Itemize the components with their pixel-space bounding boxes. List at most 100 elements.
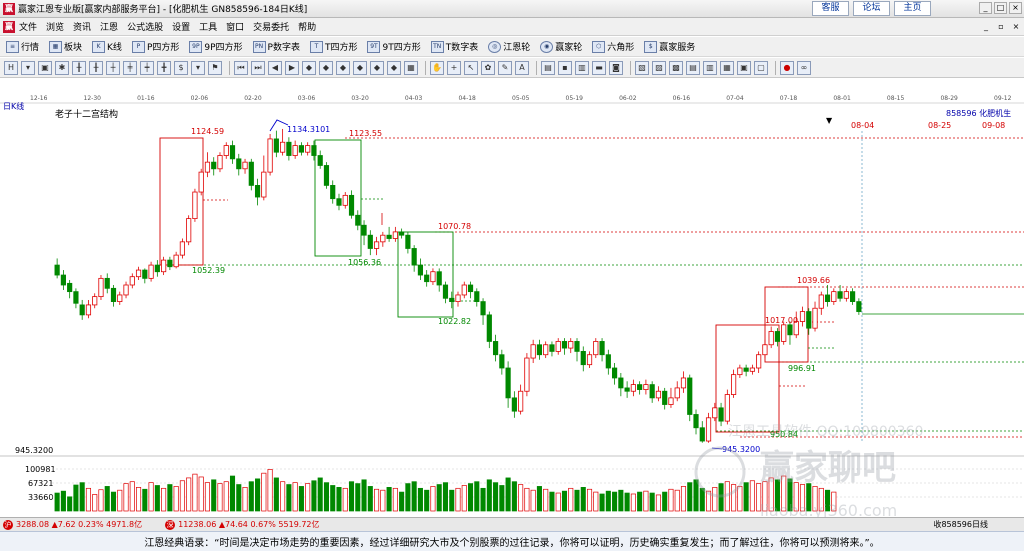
tool-9t-square[interactable]: 9T 9T四方形	[367, 40, 421, 53]
candle-body	[110, 287, 117, 303]
child-restore-icon[interactable]: ▫	[995, 21, 1007, 32]
tool-kline[interactable]: K K线	[92, 40, 122, 53]
chart-icon[interactable]: ▩	[669, 60, 683, 75]
tool-p-square[interactable]: P P四方形	[131, 40, 179, 53]
menu-trade[interactable]: 交易委托	[253, 20, 289, 33]
dropdown-arrow-icon[interactable]: ▼	[826, 116, 833, 125]
kline-chart[interactable]: 12-16 12-30 01-16 02-06 02-20 03-06 03-20 04-03…	[0, 79, 1024, 517]
tool-p-number[interactable]: PN P数字表	[252, 40, 300, 53]
menu-file[interactable]: 文件	[19, 20, 37, 33]
menu-settings[interactable]: 设置	[172, 20, 190, 33]
cross-icon[interactable]: +	[447, 60, 461, 75]
pen-icon[interactable]: ✎	[498, 60, 512, 75]
diamond-icon[interactable]: ◆	[387, 60, 401, 75]
candle-body	[799, 311, 806, 322]
tool-winner-wheel[interactable]: ◉ 赢家轮	[540, 40, 582, 53]
chart-icon[interactable]: ▤	[686, 60, 700, 75]
grid-icon[interactable]: ▦	[404, 60, 418, 75]
menu-app-icon[interactable]: 赢	[3, 20, 15, 33]
print-icon[interactable]: ▥	[575, 60, 589, 75]
diamond-icon[interactable]: ◆	[353, 60, 367, 75]
candle-body	[749, 367, 755, 372]
tool-quotes[interactable]: ≡ 行情	[6, 40, 39, 53]
volume-bar	[549, 491, 555, 512]
volume-bar	[142, 488, 148, 512]
candle-body	[104, 277, 110, 289]
prev-icon[interactable]: ◀	[268, 60, 282, 75]
chart-icon[interactable]: ▣	[737, 60, 751, 75]
watermark-line1: 江恩工具软件 QQ:100800360	[728, 424, 923, 440]
hexagon-icon: ⬡	[592, 40, 606, 53]
diamond-icon[interactable]: ◆	[336, 60, 350, 75]
menu-browse[interactable]: 浏览	[46, 20, 64, 33]
menu-tools[interactable]: 工具	[199, 20, 217, 33]
volume-bar	[129, 481, 135, 512]
link-customer-service[interactable]: 客服	[812, 1, 849, 16]
child-minimize-icon[interactable]: _	[980, 21, 992, 32]
volume-bar	[292, 482, 298, 512]
candle-icon[interactable]: ╪	[123, 60, 137, 75]
maximize-icon[interactable]: □	[994, 2, 1007, 14]
tool-hexagon[interactable]: ⬡ 六角形	[592, 40, 634, 53]
tool-9p-square[interactable]: 9P 9P四方形	[189, 40, 243, 53]
record-icon[interactable]: ●	[780, 60, 794, 75]
car-icon[interactable]: ◙	[609, 60, 623, 75]
diamond-icon[interactable]: ◆	[302, 60, 316, 75]
chevron-down-icon[interactable]: ▾	[191, 60, 205, 75]
first-icon[interactable]: ⏮	[234, 60, 248, 75]
candle-body	[154, 264, 160, 273]
close-icon[interactable]: ×	[1009, 2, 1022, 14]
hand-icon[interactable]: H	[4, 60, 18, 75]
tool-t-square[interactable]: T T四方形	[309, 40, 357, 53]
pointer-icon[interactable]: ↖	[464, 60, 478, 75]
tool-label: 9T四方形	[382, 43, 421, 53]
menu-formula[interactable]: 公式选股	[127, 20, 163, 33]
volume-bar	[361, 479, 367, 512]
next-icon[interactable]: ▶	[285, 60, 299, 75]
calendar-icon[interactable]: ▤	[541, 60, 555, 75]
menu-window[interactable]: 窗口	[226, 20, 244, 33]
palette-icon[interactable]: ✿	[481, 60, 495, 75]
volume-bar	[255, 478, 261, 512]
menu-help[interactable]: 帮助	[298, 20, 316, 33]
link-home[interactable]: 主页	[894, 1, 931, 16]
candle-body	[204, 161, 211, 173]
volume-bar	[674, 489, 680, 512]
child-close-icon[interactable]: ×	[1010, 21, 1022, 32]
link-forum[interactable]: 论坛	[853, 1, 890, 16]
chart-icon[interactable]: ▥	[703, 60, 717, 75]
candle-icon[interactable]: ╂	[72, 60, 86, 75]
save-icon[interactable]: ▪	[558, 60, 572, 75]
candle-icon[interactable]: ╋	[157, 60, 171, 75]
flag-icon[interactable]: ⚑	[208, 60, 222, 75]
dollar-icon[interactable]: $	[174, 60, 188, 75]
text-icon[interactable]: A	[515, 60, 529, 75]
volume-bar	[374, 488, 380, 512]
volume-bar	[499, 485, 505, 512]
star-icon[interactable]: ✱	[55, 60, 69, 75]
chart-icon[interactable]: ▢	[754, 60, 768, 75]
candle-icon[interactable]: ╫	[89, 60, 103, 75]
candle-body	[705, 417, 712, 442]
candle-icon[interactable]: ┿	[140, 60, 154, 75]
chart-icon[interactable]: ▧	[635, 60, 649, 75]
sh-index-icon: 沪	[3, 519, 13, 530]
tool-service[interactable]: $ 赢家服务	[644, 40, 695, 53]
chevron-down-icon[interactable]: ▾	[21, 60, 35, 75]
diamond-icon[interactable]: ◆	[319, 60, 333, 75]
hand-icon[interactable]: ✋	[430, 60, 444, 75]
folder-icon[interactable]: ▬	[592, 60, 606, 75]
menu-info[interactable]: 资讯	[73, 20, 91, 33]
chart-icon[interactable]: ▦	[720, 60, 734, 75]
tool-sectors[interactable]: ▦ 板块	[49, 40, 82, 53]
chart-icon[interactable]: ▨	[652, 60, 666, 75]
next-icon[interactable]: ⏭	[251, 60, 265, 75]
menu-gann[interactable]: 江恩	[100, 20, 118, 33]
minimize-icon[interactable]: _	[979, 2, 992, 14]
picture-icon[interactable]: ▣	[38, 60, 52, 75]
infinity-icon[interactable]: ∞	[797, 60, 811, 75]
diamond-icon[interactable]: ◆	[370, 60, 384, 75]
tool-t-number[interactable]: TN T数字表	[430, 40, 478, 53]
candle-icon[interactable]: ┼	[106, 60, 120, 75]
tool-jiangen-wheel[interactable]: ◎ 江恩轮	[488, 40, 530, 53]
